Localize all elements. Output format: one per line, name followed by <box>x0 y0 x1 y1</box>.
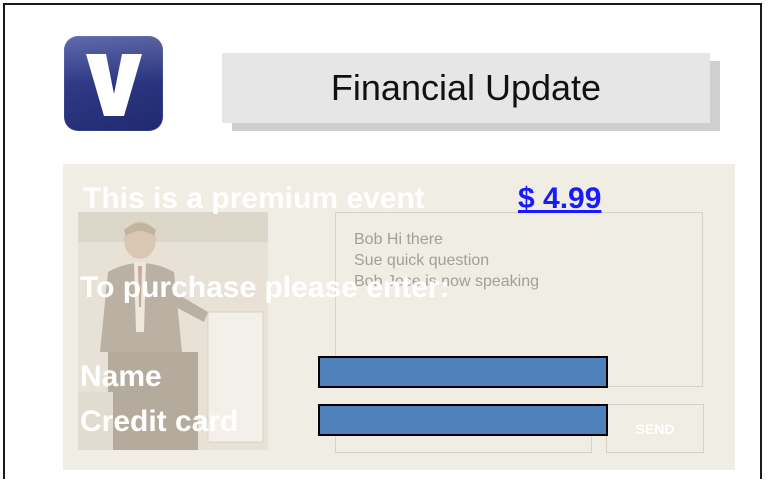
price-link[interactable]: $ 4.99 <box>518 182 601 216</box>
send-button[interactable]: SEND <box>606 404 704 453</box>
purchase-instruction: To purchase please enter: <box>80 271 450 304</box>
chat-message: Sue quick question <box>354 252 490 269</box>
name-field[interactable] <box>318 356 608 388</box>
premium-event-text: This is a premium event <box>83 182 425 215</box>
v-logo-icon <box>64 36 163 131</box>
page-title: Financial Update <box>222 53 710 123</box>
credit-card-field[interactable] <box>318 404 608 436</box>
credit-card-label: Credit card <box>80 405 239 438</box>
name-label: Name <box>80 360 162 393</box>
chat-message: Bob Hi there <box>354 231 443 248</box>
